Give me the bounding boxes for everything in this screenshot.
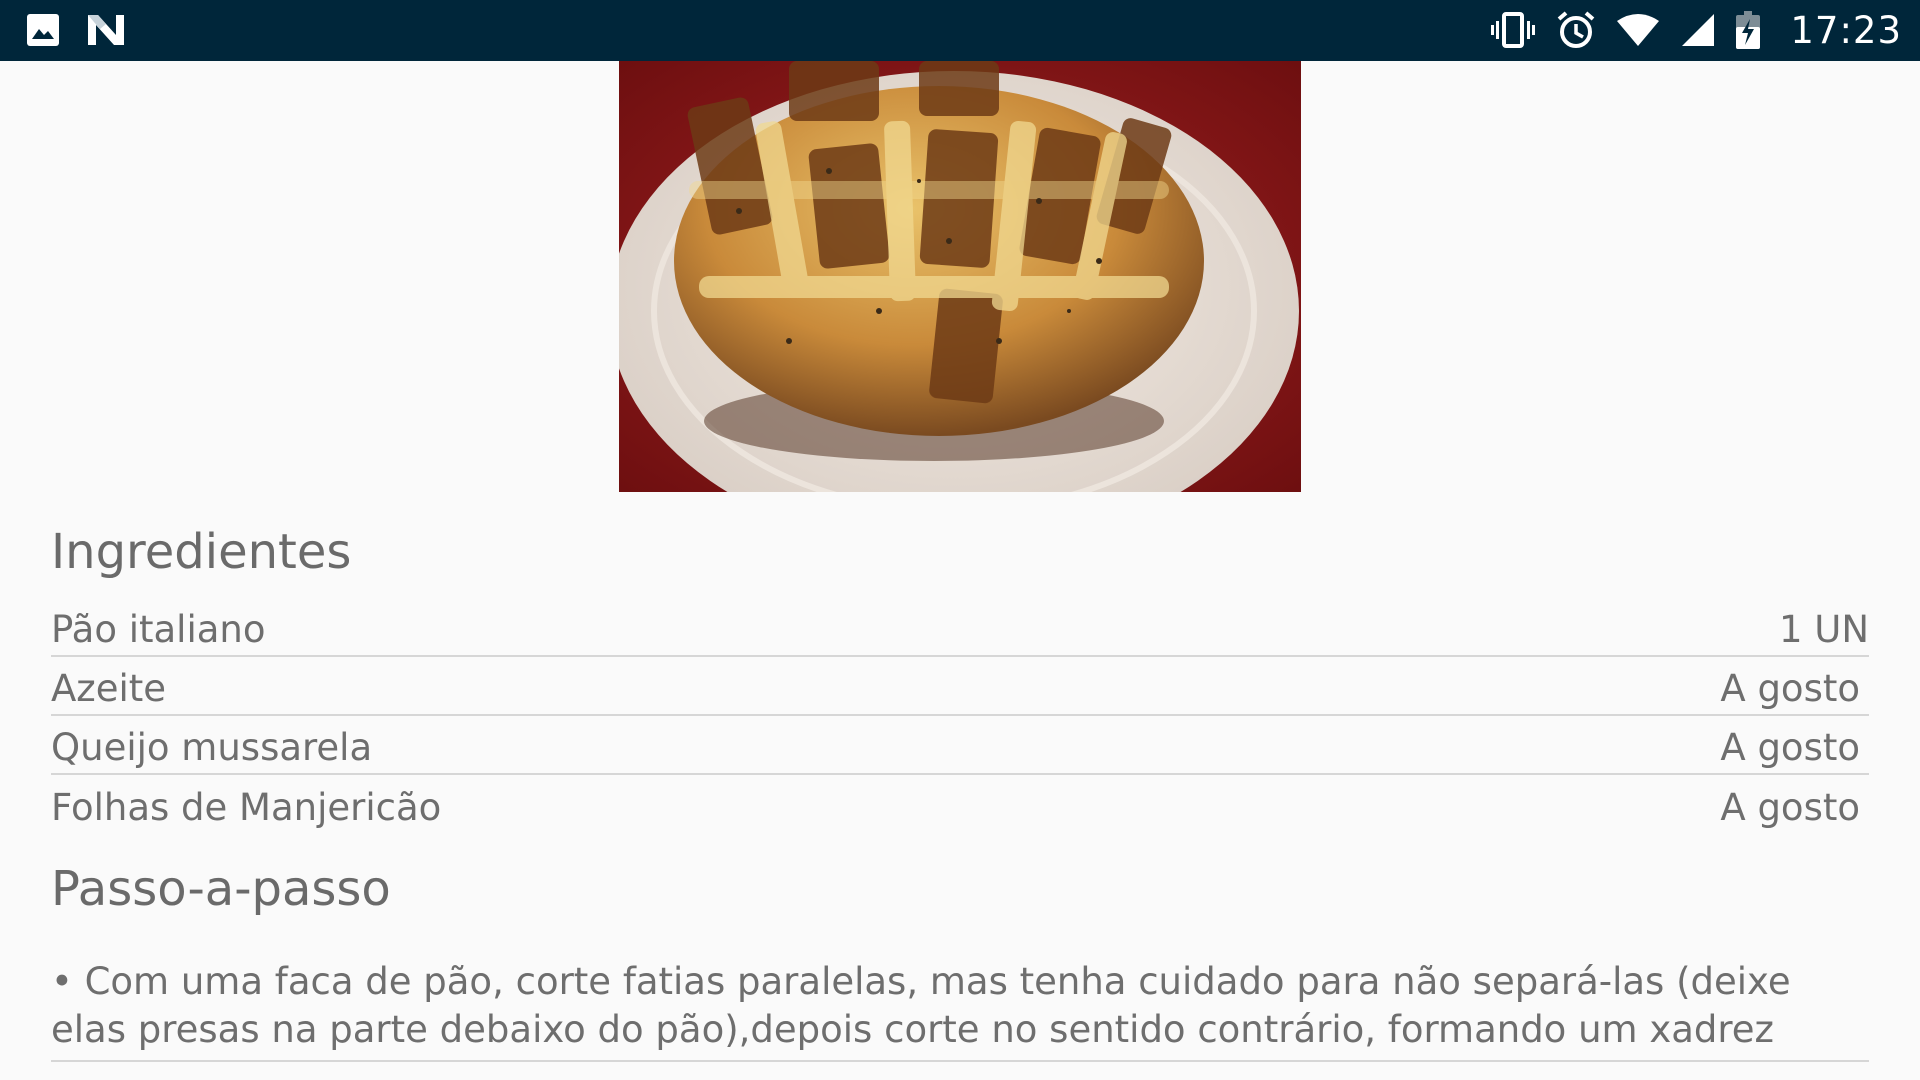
status-left-icons — [26, 10, 126, 50]
status-bar: 17:23 — [0, 0, 1920, 61]
ingredient-quantity: A gosto — [1720, 726, 1860, 769]
n-logo-notification-icon — [86, 13, 126, 47]
ingredient-name: Pão italiano — [51, 608, 266, 651]
wifi-icon — [1616, 13, 1660, 47]
steps-title: Passo-a-passo — [51, 861, 391, 917]
step-item: • Com uma faca de pão, corte fatias para… — [51, 958, 1869, 1062]
recipe-photo — [619, 61, 1301, 492]
status-clock: 17:23 — [1790, 8, 1902, 52]
ingredient-name: Azeite — [51, 667, 167, 710]
ingredient-row: Queijo mussarela A gosto — [51, 716, 1869, 775]
ingredient-quantity: 1 UN — [1778, 608, 1869, 651]
status-right-icons: 17:23 — [1490, 8, 1902, 52]
alarm-icon — [1556, 10, 1596, 50]
ingredient-row: Pão italiano 1 UN — [51, 598, 1869, 657]
ingredient-quantity: A gosto — [1720, 667, 1860, 710]
recipe-content: Ingredientes Pão italiano 1 UN Azeite A … — [51, 492, 1869, 1062]
ingredient-name: Queijo mussarela — [51, 726, 373, 769]
ingredient-name: Folhas de Manjericão — [51, 786, 442, 829]
battery-charging-icon — [1736, 11, 1761, 49]
ingredient-row: Folhas de Manjericão A gosto — [51, 775, 1869, 834]
cell-signal-icon — [1680, 12, 1716, 48]
ingredients-title: Ingredientes — [51, 524, 352, 580]
ingredient-row: Azeite A gosto — [51, 657, 1869, 716]
vibrate-icon — [1490, 12, 1536, 48]
gallery-notification-icon — [26, 13, 60, 47]
ingredient-list: Pão italiano 1 UN Azeite A gosto Queijo … — [51, 598, 1869, 834]
ingredient-quantity: A gosto — [1720, 786, 1860, 829]
